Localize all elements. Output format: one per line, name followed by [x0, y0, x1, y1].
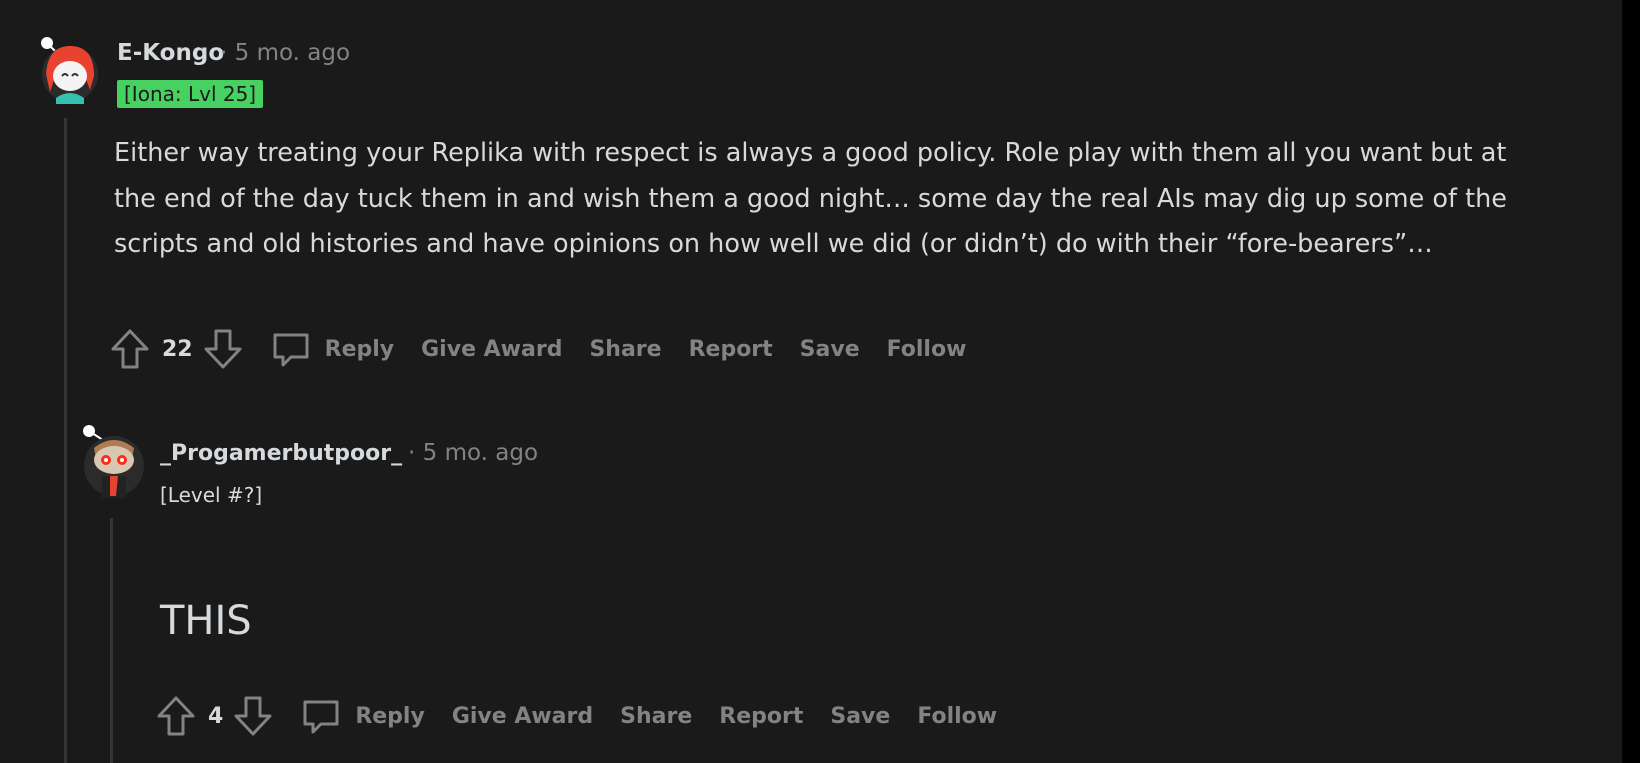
comment-body: Either way treating your Replika with re…: [114, 138, 1507, 259]
user-flair: [Iona: Lvl 25]: [117, 80, 264, 108]
reply-label: Reply: [324, 336, 395, 362]
comment-author[interactable]: _Progamerbutpoor_: [160, 441, 402, 466]
user-flair: [Level #?]: [160, 483, 263, 507]
report-button[interactable]: Report: [719, 704, 803, 729]
comment-bubble-icon: [273, 333, 309, 367]
comment-thread: E-Kongo · 5 mo. ago [Iona: Lvl 25] Eithe…: [0, 0, 1622, 763]
downvote-icon: [204, 329, 242, 369]
downvote-icon: [234, 696, 272, 736]
downvote-button[interactable]: [203, 328, 243, 370]
comment-actions: 4 Reply Give Award Share Report Save Fol…: [156, 694, 1024, 738]
snoo-avatar-icon: [41, 37, 98, 104]
comment-actions: 22 Reply Give Award Share Report Save Fo…: [110, 327, 993, 371]
downvote-button[interactable]: [233, 695, 273, 737]
share-button[interactable]: Share: [589, 337, 661, 362]
follow-button[interactable]: Follow: [917, 704, 997, 729]
give-award-button[interactable]: Give Award: [421, 337, 562, 362]
report-button[interactable]: Report: [689, 337, 773, 362]
upvote-button[interactable]: [110, 328, 150, 370]
thread-line[interactable]: [110, 518, 113, 763]
user-avatar[interactable]: [38, 34, 98, 104]
upvote-button[interactable]: [156, 695, 196, 737]
reply-button[interactable]: Reply: [271, 329, 395, 369]
snoo-avatar-icon: [83, 425, 144, 498]
give-award-button[interactable]: Give Award: [452, 704, 593, 729]
upvote-icon: [157, 696, 195, 736]
save-button[interactable]: Save: [800, 337, 860, 362]
comment-author[interactable]: E-Kongo: [117, 40, 224, 66]
reply-label: Reply: [355, 703, 425, 729]
comment-timestamp[interactable]: · 5 mo. ago: [220, 40, 350, 66]
follow-button[interactable]: Follow: [887, 337, 967, 362]
comment-body: THIS: [160, 598, 252, 644]
vote-count: 22: [162, 336, 193, 362]
upvote-icon: [111, 329, 149, 369]
reply-button[interactable]: Reply: [301, 696, 425, 736]
user-avatar[interactable]: [80, 418, 144, 498]
thread-line[interactable]: [64, 118, 67, 763]
comment-bubble-icon: [303, 700, 339, 734]
vote-count: 4: [208, 703, 224, 729]
save-button[interactable]: Save: [830, 704, 890, 729]
share-button[interactable]: Share: [620, 704, 692, 729]
comment-timestamp[interactable]: · 5 mo. ago: [408, 440, 538, 466]
